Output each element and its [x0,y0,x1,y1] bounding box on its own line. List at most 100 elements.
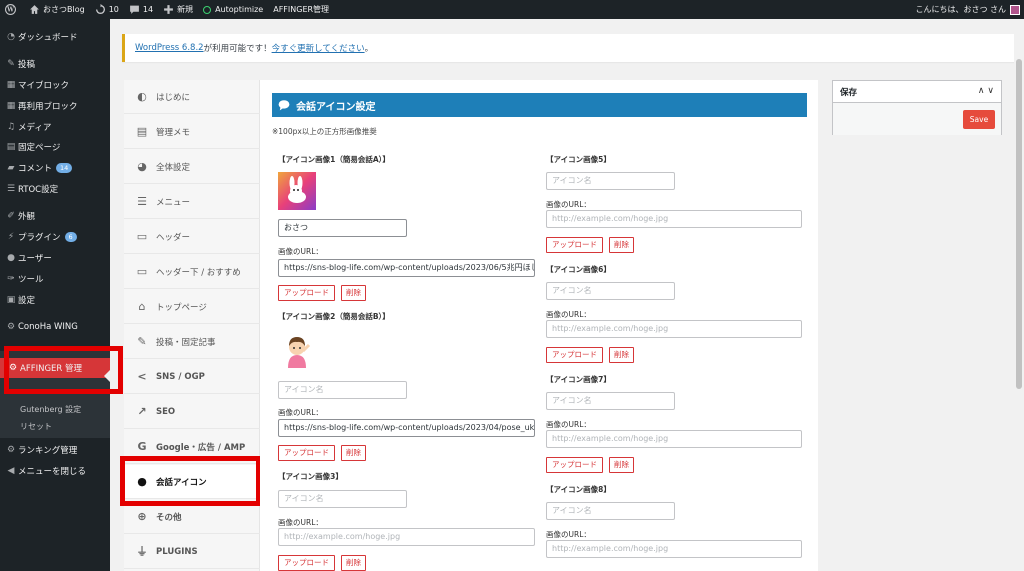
icon-3-upload-button[interactable]: アップロード [278,555,335,571]
icon-5-delete-button[interactable]: 削除 [609,237,634,253]
tab-memo[interactable]: ▤ 管理メモ [124,115,260,149]
tab-header[interactable]: ▭ ヘッダー [124,220,260,254]
scrollbar-thumb[interactable] [1016,59,1022,389]
icon-2-preview [278,331,316,369]
header-icon: ▭ [136,230,148,243]
sidebar-item-ranking[interactable]: ⚙ ランキング管理 [0,440,110,460]
icon-7-upload-button[interactable]: アップロード [546,457,603,473]
icon-1-upload-button[interactable]: アップロード [278,285,335,301]
icon-5-name-input[interactable]: アイコン名 [546,172,675,190]
plus-icon [164,5,173,14]
chevron-up-down-icon[interactable]: ∧∨ [978,86,997,96]
icon-1-delete-button[interactable]: 削除 [341,285,366,301]
tab-header-below[interactable]: ▭ ヘッダー下 / おすすめ [124,255,260,289]
icon-6-url-label: 画像のURL： [546,310,591,319]
version-link[interactable]: WordPress 6.8.2 [135,43,204,53]
affinger-admin-link[interactable]: AFFINGER管理 [268,0,334,19]
my-account-link[interactable]: こんにちは、おさつ さん [910,0,1024,19]
menu-icon: ☰ [137,195,147,208]
tab-plugins[interactable]: ⏚ PLUGINS [124,535,260,569]
sidebar-item-reusable-blocks[interactable]: ▦ 再利用ブロック [0,96,110,116]
icon-7-name-input[interactable]: アイコン名 [546,392,675,410]
greeting: こんにちは、おさつ さん [915,5,1006,14]
sidebar-item-tools[interactable]: ✑ ツール [0,269,110,289]
page-icon: ▤ [6,142,16,152]
autoptimize-link[interactable]: Autoptimize [198,0,268,19]
icon-3-name-input[interactable]: アイコン名 [278,490,407,508]
comments-link[interactable]: 14 [124,0,158,19]
sidebar-item-label: 再利用ブロック [18,102,78,112]
wrench-icon: ✑ [7,274,15,284]
submenu-item-reset[interactable]: リセット [20,421,52,432]
icon-7-url-input[interactable]: http://example.com/hoge.jpg [546,430,802,448]
icon-5-title: 【アイコン画像5】 [546,155,611,164]
tab-seo[interactable]: ↗ SEO [124,395,260,429]
site-name-link[interactable]: おさつBlog [24,0,90,19]
tab-menu[interactable]: ☰ メニュー [124,185,260,219]
icon-6-url-input[interactable]: http://example.com/hoge.jpg [546,320,802,338]
new-label: 新規 [177,5,194,14]
tab-conversation-icons[interactable]: ● 会話アイコン [124,465,260,499]
update-now-link[interactable]: 今すぐ更新してください [272,42,365,54]
icon-1-title: 【アイコン画像1（簡易会話A）】 [278,155,390,164]
updates-link[interactable]: 10 [90,0,124,19]
icon-2-upload-button[interactable]: アップロード [278,445,335,461]
tab-intro[interactable]: ◐ はじめに [124,80,260,114]
icon-1-name-input[interactable]: おさつ [278,219,407,237]
sidebar-item-posts[interactable]: ✎ 投稿 [0,54,110,74]
tab-label: メニュー [156,197,191,208]
sidebar-item-label: ConoHa WING [18,322,78,332]
icon-5-upload-button[interactable]: アップロード [546,237,603,253]
icon-2-title: 【アイコン画像2（簡易会話B）】 [278,312,390,321]
sidebar-item-settings[interactable]: ▣ 設定 [0,290,110,310]
icon-3-delete-button[interactable]: 削除 [341,555,366,571]
sidebar-collapse-menu[interactable]: ◀ メニューを閉じる [0,461,110,481]
sidebar-item-plugins[interactable]: ⚡ プラグイン 6 [0,227,110,247]
icon-8-url-input[interactable]: http://example.com/hoge.jpg [546,540,802,558]
active-indicator [104,370,110,382]
sidebar-item-media[interactable]: ♫ メディア [0,117,110,137]
tab-other[interactable]: ⊕ その他 [124,500,260,534]
sidebar-item-label: AFFINGER 管理 [20,364,83,374]
sidebar-item-label: 固定ページ [18,143,61,153]
icon-3-url-input[interactable]: http://example.com/hoge.jpg [278,528,535,546]
sidebar-item-users[interactable]: ● ユーザー [0,248,110,268]
icon-6-name-input[interactable]: アイコン名 [546,282,675,300]
icon-7-delete-button[interactable]: 削除 [609,457,634,473]
tab-posts[interactable]: ✎ 投稿・固定記事 [124,325,260,359]
tab-top-page[interactable]: ⌂ トップページ [124,290,260,324]
sidebar-item-comments[interactable]: ▰ コメント 14 [0,158,110,178]
wordpress-logo-button[interactable]: W [0,0,24,19]
icon-5-url-label: 画像のURL： [546,200,591,209]
tab-general[interactable]: ◕ 全体設定 [124,150,260,184]
tab-sns-ogp[interactable]: < SNS / OGP [124,360,260,394]
google-icon: G [137,440,147,453]
icon-2-delete-button[interactable]: 削除 [341,445,366,461]
blocks-icon: ▦ [6,80,16,90]
icon-2-name-input[interactable]: アイコン名 [278,381,407,399]
tab-label: SEO [156,406,176,417]
icon-8-name-input[interactable]: アイコン名 [546,502,675,520]
icon-5-url-input[interactable]: http://example.com/hoge.jpg [546,210,802,228]
new-content-link[interactable]: 新規 [158,0,198,19]
icon-1-url-input[interactable]: https://sns-blog-life.com/wp-content/upl… [278,259,535,277]
sidebar-item-conoha-wing[interactable]: ⚙ ConoHa WING [0,317,110,337]
sidebar-item-dashboard[interactable]: ◔ ダッシュボード [0,27,110,47]
settings-tabs: ◐ はじめに ▤ 管理メモ ◕ 全体設定 ☰ メニュー ▭ ヘッダー ▭ ヘッダー下 / お… [124,80,260,571]
sidebar-item-rtoc[interactable]: ☰ RTOC設定 [0,179,110,199]
pin-icon: ✎ [7,59,15,69]
sidebar-item-pages[interactable]: ▤ 固定ページ [0,137,110,157]
tab-label: はじめに [156,92,191,103]
save-button[interactable]: Save [963,110,995,129]
sidebar-item-my-blocks[interactable]: ▦ マイブロック [0,75,110,95]
page-scrollbar[interactable] [1014,19,1024,571]
icon-6-upload-button[interactable]: アップロード [546,347,603,363]
sidebar-item-affinger[interactable]: ⚙ AFFINGER 管理 [0,358,110,378]
icon-7-title: 【アイコン画像7】 [546,375,611,384]
tab-google-ads[interactable]: G Google・広告 / AMP [124,430,260,464]
icon-6-delete-button[interactable]: 削除 [609,347,634,363]
submenu-item-gutenberg[interactable]: Gutenberg 設定 [20,404,81,415]
sidebar-item-label: ユーザー [18,254,52,264]
icon-2-url-input[interactable]: https://sns-blog-life.com/wp-content/upl… [278,419,535,437]
sidebar-item-appearance[interactable]: ✐ 外観 [0,206,110,226]
